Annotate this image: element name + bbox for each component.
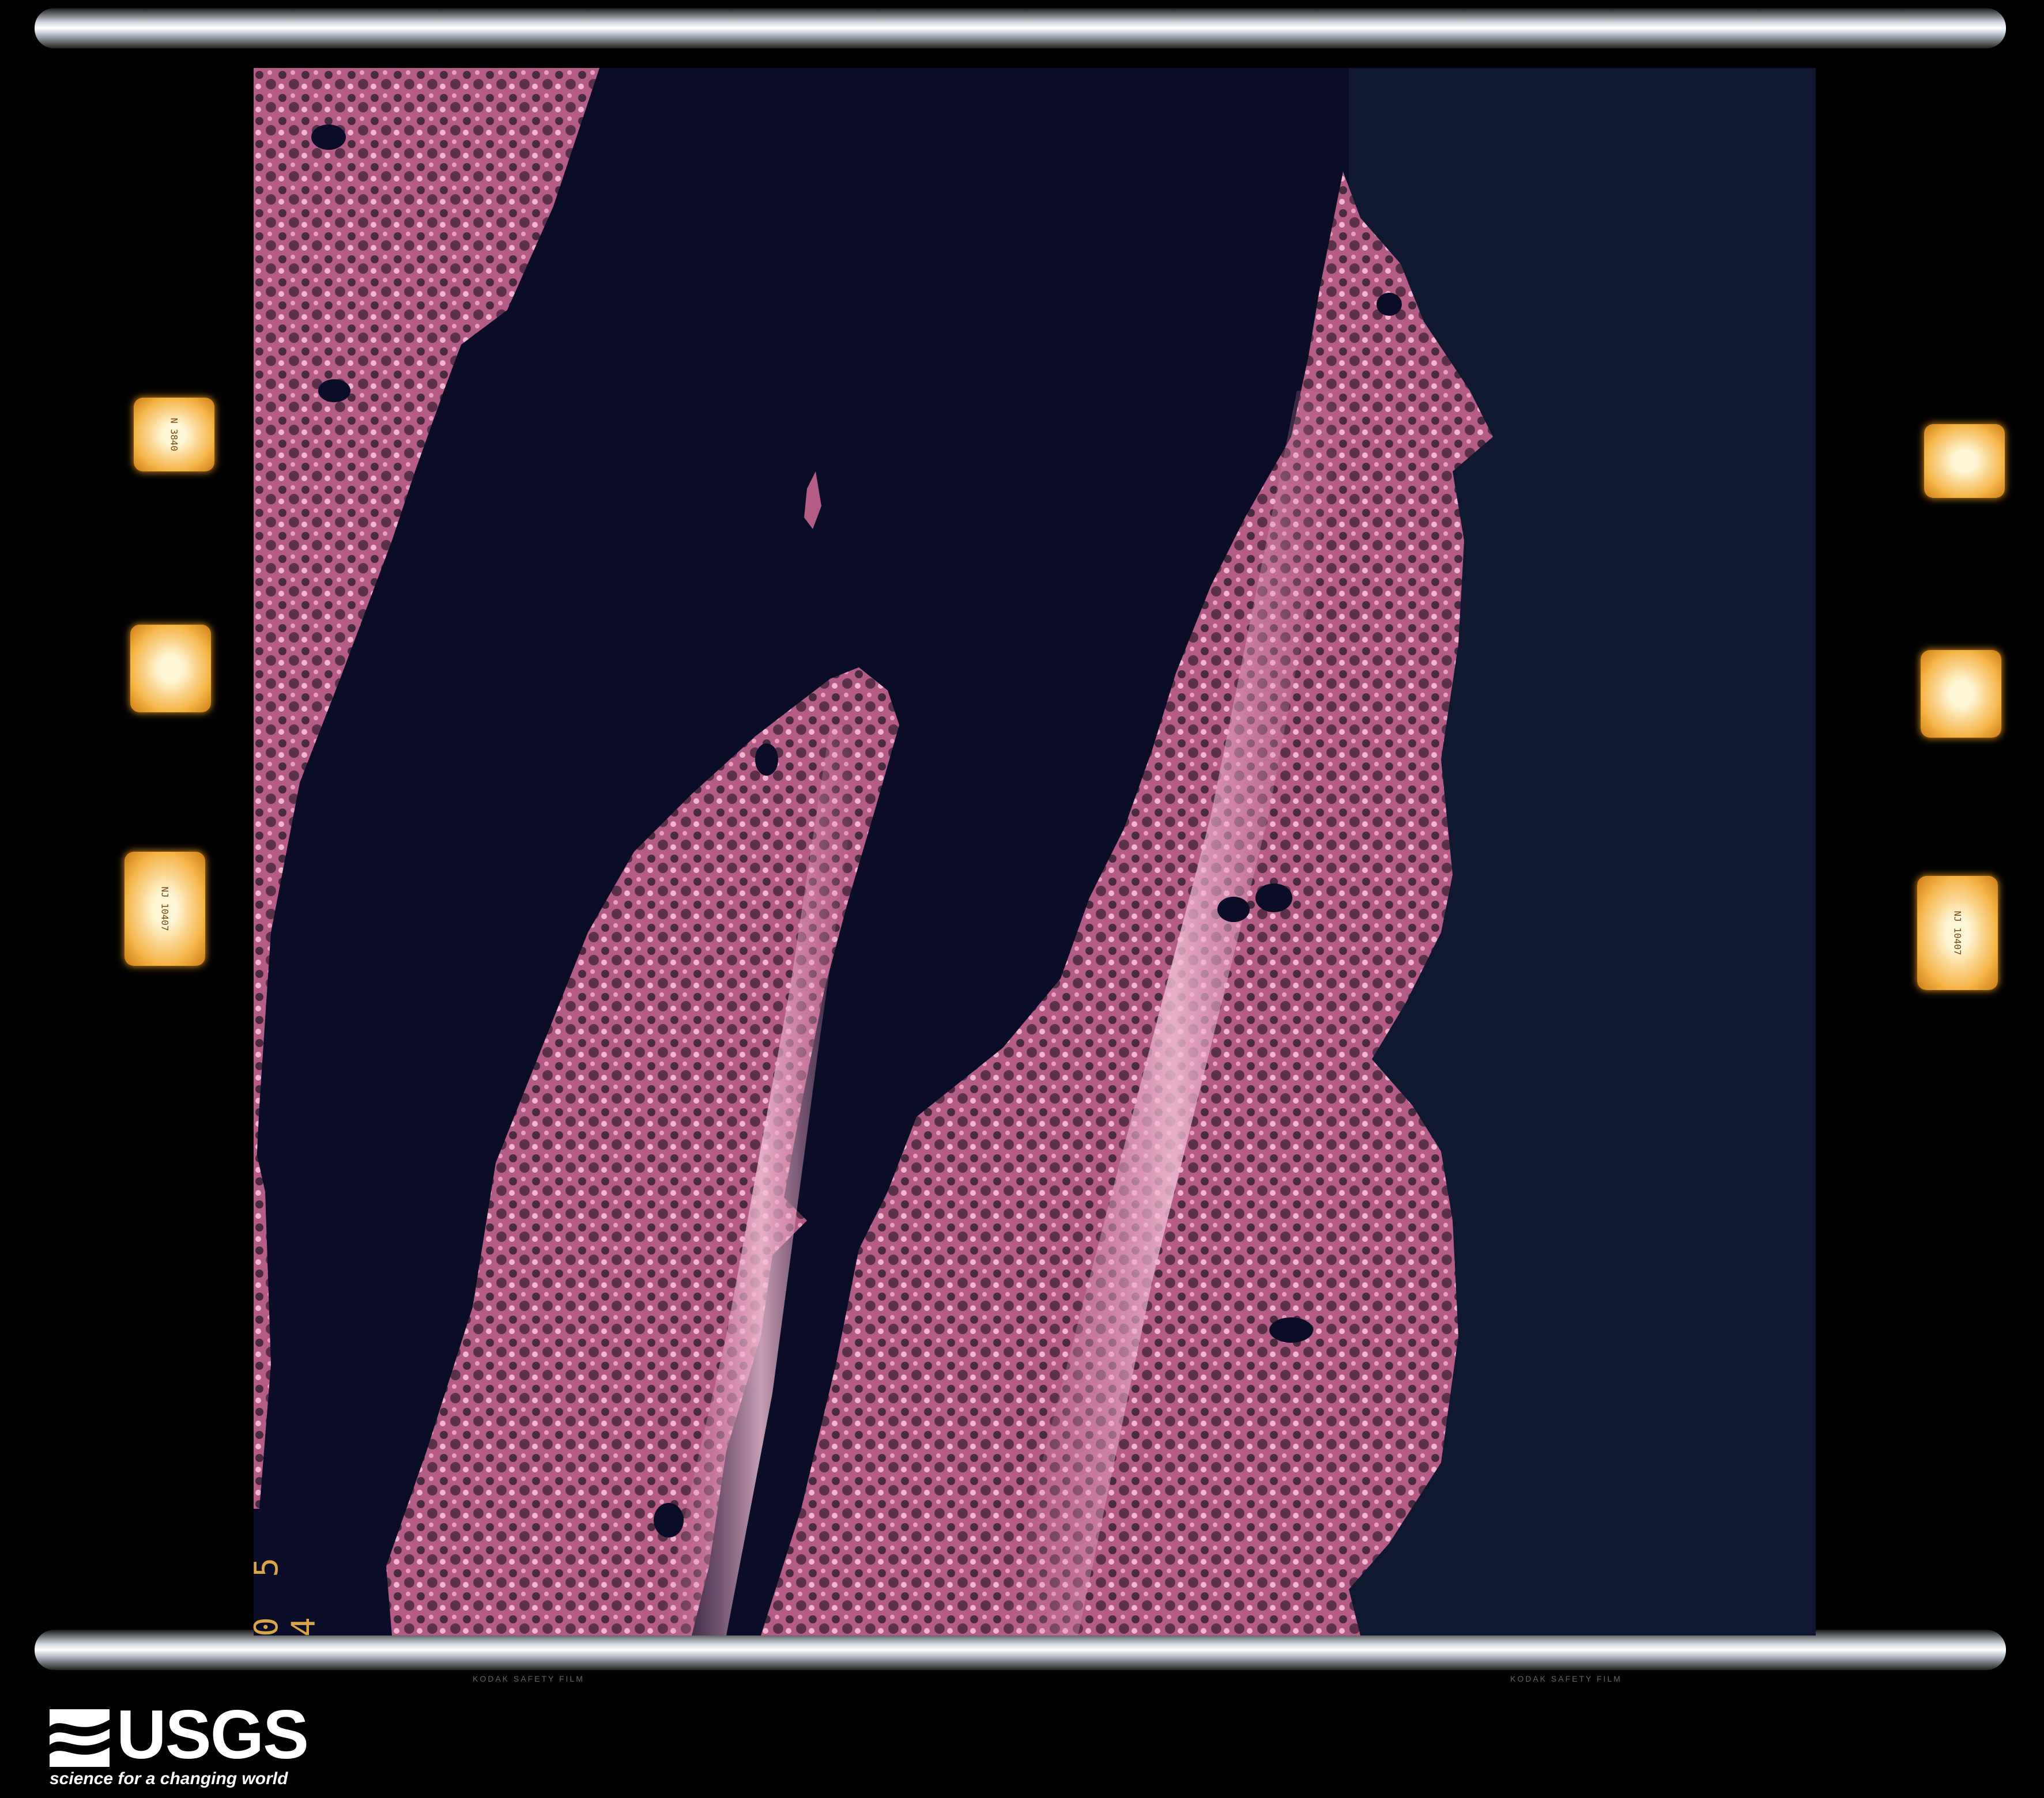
lake xyxy=(1377,293,1402,316)
usgs-wave-icon xyxy=(50,1709,110,1767)
lake xyxy=(755,743,778,776)
film-edge-label: KODAK SAFETY FILM xyxy=(473,1674,584,1683)
lake xyxy=(318,379,350,402)
fiducial-marker-right-1 xyxy=(1924,424,2005,498)
usgs-logo: USGS science for a changing world xyxy=(50,1700,309,1791)
lake xyxy=(311,124,346,150)
frame-number: 0 5 4 xyxy=(248,1547,323,1637)
lake xyxy=(654,1503,684,1538)
fiducial-marker-left-1: N 3840 xyxy=(134,398,214,471)
lake xyxy=(1217,897,1250,922)
film-edge-label: KODAK SAFETY FILM xyxy=(1510,1674,1622,1683)
fiducial-clock-marker-left xyxy=(130,625,211,712)
fiducial-target-marker-left: NJ 10407 xyxy=(125,852,205,966)
usgs-wordmark: USGS xyxy=(116,1696,309,1773)
fiducial-target-marker-right: NJ 10407 xyxy=(1917,876,1998,990)
usgs-tagline: science for a changing world xyxy=(50,1769,288,1788)
film-rail-top xyxy=(35,8,2006,48)
aerial-photograph xyxy=(254,68,1816,1635)
lake xyxy=(1255,883,1292,912)
film-rail-bottom xyxy=(35,1630,2006,1670)
film-frame: KODAK SAFETY FILM KODAK SAFETY FILM N 38… xyxy=(0,0,2044,1798)
fiducial-clock-marker-right xyxy=(1921,650,2001,738)
lake xyxy=(1269,1317,1313,1343)
